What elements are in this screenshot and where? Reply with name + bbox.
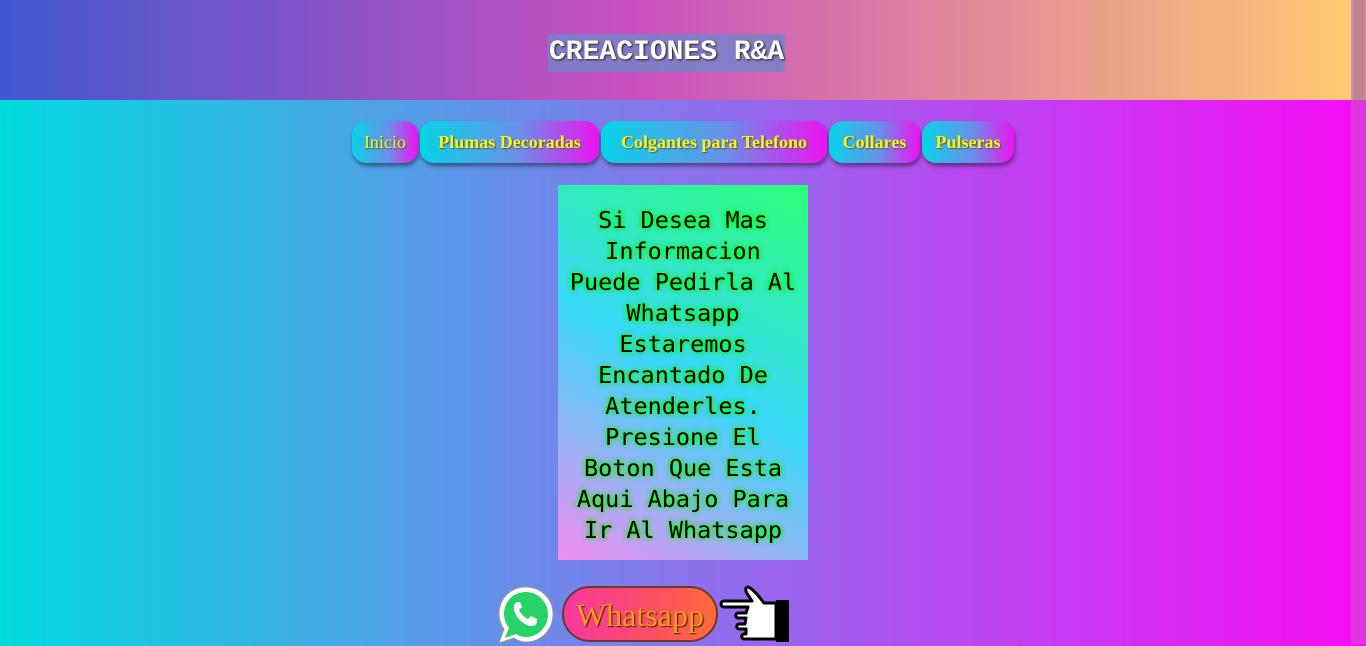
site-title: CREACIONES R&A [548, 34, 786, 72]
nav-item-colgantes-para-telefono[interactable]: Colgantes para Telefono [601, 121, 827, 163]
header: CREACIONES R&A [0, 0, 1366, 100]
info-line: Informacion [605, 237, 761, 265]
whatsapp-icon[interactable] [495, 584, 557, 646]
whatsapp-button[interactable]: Whatsapp [562, 586, 718, 642]
scrollbar[interactable] [1351, 0, 1366, 644]
info-line: Boton Que Esta [583, 454, 783, 482]
info-line: Ir Al Whatsapp [583, 516, 783, 544]
info-text: Si Desea Mas Informacion Puede Pedirla A… [558, 205, 808, 546]
nav-item-pulseras[interactable]: Pulseras [922, 121, 1014, 163]
scrollbar-thumb[interactable] [1353, 0, 1365, 100]
info-line: Atenderles. [605, 392, 761, 420]
info-line: Whatsapp [626, 299, 740, 327]
info-box: Si Desea Mas Informacion Puede Pedirla A… [558, 185, 808, 560]
info-line: Estaremos [619, 330, 747, 358]
nav-item-collares[interactable]: Collares [829, 121, 920, 163]
info-line: Aqui Abajo Para [576, 485, 790, 513]
info-line: Si Desea Mas [598, 206, 768, 234]
nav-item-inicio[interactable]: Inicio [352, 121, 418, 163]
info-line: Puede Pedirla Al [569, 268, 797, 296]
pointing-hand-icon [719, 585, 789, 642]
nav-item-plumas-decoradas[interactable]: Plumas Decoradas [420, 121, 599, 163]
main-nav: Inicio Plumas Decoradas Colgantes para T… [0, 121, 1366, 165]
info-line: Encantado De [598, 361, 768, 389]
info-line: Presione El [605, 423, 761, 451]
